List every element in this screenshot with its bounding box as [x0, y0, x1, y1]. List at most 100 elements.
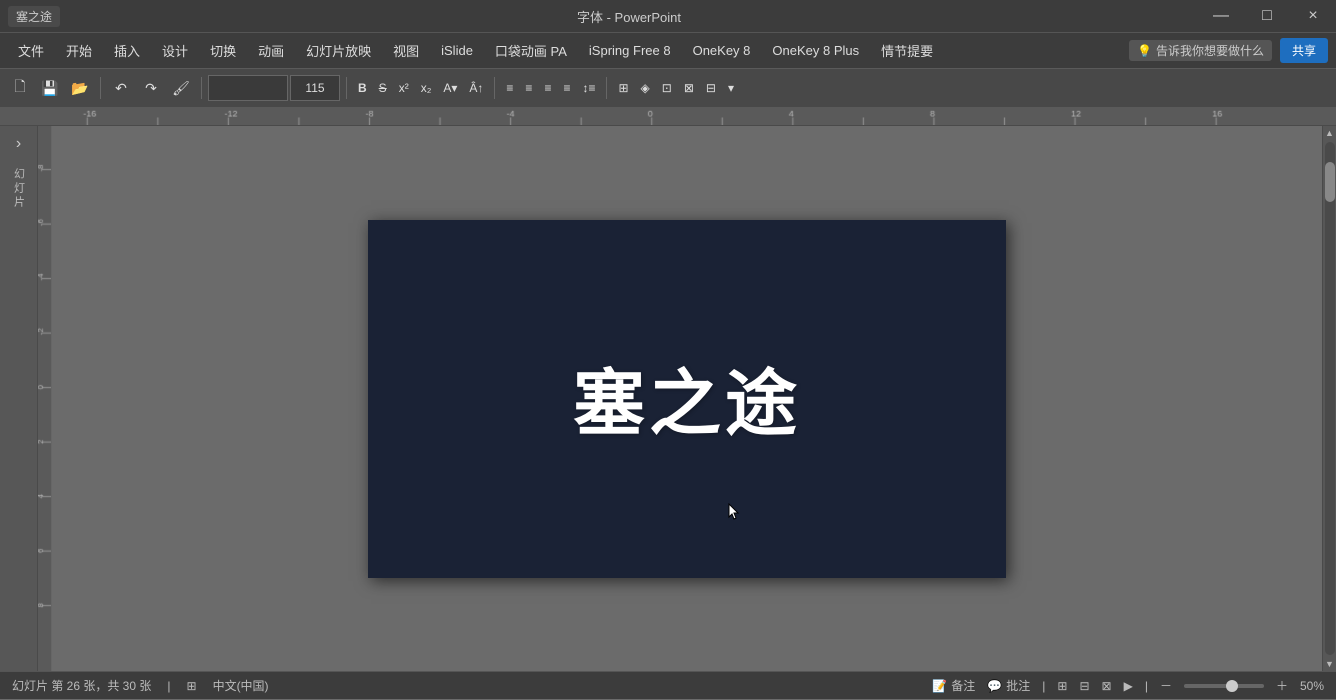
font-size-input[interactable]	[290, 75, 340, 101]
undo-button[interactable]: ↶	[107, 74, 135, 102]
menu-ispring[interactable]: iSpring Free 8	[579, 39, 681, 62]
justify-button[interactable]: ≡	[558, 75, 575, 101]
zoom-percent: 50%	[1300, 679, 1324, 693]
menu-home[interactable]: 开始	[56, 37, 102, 64]
statusbar: 幻灯片 第 26 张，共 30 张 | ⊞ 中文(中国) 📝 备注 💬 批注 |…	[0, 671, 1336, 699]
statusbar-right: 📝 备注 💬 批注 | ⊞ ⊟ ⊠ ▶ | － ＋ 50%	[932, 677, 1324, 694]
collapse-panel-button[interactable]: ›	[7, 132, 31, 156]
align-center-button[interactable]: ≡	[520, 75, 537, 101]
view-grid-button[interactable]: ⊟	[1079, 679, 1089, 693]
line-spacing-button[interactable]: ↕≡	[577, 75, 600, 101]
zoom-out-button[interactable]: －	[1160, 677, 1172, 694]
menu-pocket-animation[interactable]: 口袋动画 PA	[485, 37, 577, 64]
separator-1	[100, 77, 101, 99]
menubar-right: 💡 告诉我你想要做什么 共享	[1129, 38, 1328, 63]
titlebar-controls: — □ ×	[1198, 0, 1336, 32]
comments-label: 批注	[1006, 677, 1030, 694]
menu-slideshow[interactable]: 幻灯片放映	[296, 37, 381, 64]
titlebar-left: 塞之途	[0, 6, 60, 27]
separator-5	[606, 77, 607, 99]
slide-info: 幻灯片 第 26 张，共 30 张	[12, 677, 151, 694]
scroll-up-button[interactable]: ▲	[1323, 126, 1336, 140]
view-reading-button[interactable]: ⊠	[1102, 679, 1112, 693]
undo-redo-group: ↶ ↷ 🖌	[107, 74, 195, 102]
more-button[interactable]: ▾	[723, 75, 739, 101]
comments-icon: 💬	[987, 679, 1002, 693]
menubar: 文件 开始 插入 设计 切换 动画 幻灯片放映 视图 iSlide 口袋动画 P…	[0, 32, 1336, 68]
share-button[interactable]: 共享	[1280, 38, 1328, 63]
notes-label: 备注	[951, 677, 975, 694]
slide-canvas[interactable]: 塞之途	[368, 220, 1006, 578]
titlebar-title: 字体 - PowerPoint	[60, 7, 1198, 26]
zoom-in-button[interactable]: ＋	[1276, 677, 1288, 694]
close-button[interactable]: ×	[1290, 0, 1336, 32]
presentation-badge: 塞之途	[8, 6, 60, 27]
shape-fill-button[interactable]: ◈	[636, 75, 655, 101]
resize-button[interactable]: ⊠	[679, 75, 699, 101]
horizontal-ruler	[52, 108, 1322, 125]
menu-onekey8plus[interactable]: OneKey 8 Plus	[762, 39, 869, 62]
menu-design[interactable]: 设计	[152, 37, 198, 64]
menu-view[interactable]: 视图	[383, 37, 429, 64]
cursor-indicator	[728, 503, 738, 519]
redo-button[interactable]: ↷	[137, 74, 165, 102]
menu-onekey8[interactable]: OneKey 8	[683, 39, 761, 62]
ruler-corner	[0, 108, 38, 125]
menu-transitions[interactable]: 切换	[200, 37, 246, 64]
notes-icon: 📝	[932, 679, 947, 693]
zoom-slider-track[interactable]	[1184, 684, 1264, 688]
separator-4	[494, 77, 495, 99]
slide-title-text: 塞之途	[573, 344, 801, 449]
font-name-input[interactable]	[208, 75, 288, 101]
open-button[interactable]: 📂	[66, 74, 94, 102]
view-separator: |	[1042, 679, 1045, 693]
language-info: 中文(中国)	[213, 677, 269, 694]
view-separator-2: |	[1145, 679, 1148, 693]
font-color-button[interactable]: A▾	[438, 75, 462, 101]
separator-3	[346, 77, 347, 99]
scrollbar-right[interactable]: ▲ ▼	[1322, 126, 1336, 671]
arrange-button[interactable]: ⊡	[657, 75, 677, 101]
menu-islide[interactable]: iSlide	[431, 39, 483, 62]
bold-button[interactable]: B	[353, 75, 372, 101]
text-direction-button[interactable]: ⊞	[613, 75, 633, 101]
menu-storyboard[interactable]: 情节提要	[871, 37, 943, 64]
toolbar: 🗋 💾 📂 ↶ ↷ 🖌 B S x² x₂ A▾ Â↑ ≡ ≡ ≡ ≡ ↕≡ ⊞…	[0, 68, 1336, 108]
separator-2	[201, 77, 202, 99]
vertical-ruler	[38, 126, 52, 671]
fit-slide-button[interactable]: ⊞	[187, 679, 197, 693]
titlebar: 塞之途 字体 - PowerPoint — □ ×	[0, 0, 1336, 32]
menu-animations[interactable]: 动画	[248, 37, 294, 64]
scroll-down-button[interactable]: ▼	[1323, 657, 1336, 671]
ruler-right-pad	[1322, 108, 1336, 125]
menu-file[interactable]: 文件	[8, 37, 54, 64]
vertical-ruler-canvas	[38, 126, 52, 671]
format-painter-button[interactable]: 🖌	[167, 74, 195, 102]
superscript-button[interactable]: x₂	[416, 75, 437, 101]
align-right-button[interactable]: ≡	[539, 75, 556, 101]
comments-group[interactable]: 💬 批注	[987, 677, 1030, 694]
view-normal-button[interactable]: ⊞	[1057, 679, 1067, 693]
minimize-button[interactable]: —	[1198, 0, 1244, 32]
save-button[interactable]: 💾	[36, 74, 64, 102]
restore-button[interactable]: □	[1244, 0, 1290, 32]
scroll-thumb[interactable]	[1325, 162, 1335, 202]
slideshow-button[interactable]: ▶	[1124, 679, 1133, 693]
search-placeholder: 告诉我你想要做什么	[1156, 42, 1264, 59]
search-icon: 💡	[1137, 44, 1152, 58]
main-area: › 幻灯片 塞之途 ▲ ▼	[0, 126, 1336, 671]
align-left-button[interactable]: ≡	[501, 75, 518, 101]
slide-area[interactable]: 塞之途	[52, 126, 1322, 671]
menu-insert[interactable]: 插入	[104, 37, 150, 64]
subscript-button[interactable]: x²	[394, 75, 414, 101]
font-increase-button[interactable]: Â↑	[464, 75, 488, 101]
scroll-track[interactable]	[1325, 142, 1335, 655]
strikethrough-button[interactable]: S	[374, 75, 392, 101]
zoom-slider-thumb[interactable]	[1226, 680, 1238, 692]
search-bar[interactable]: 💡 告诉我你想要做什么	[1129, 40, 1272, 61]
new-button[interactable]: 🗋	[6, 74, 34, 102]
notes-group[interactable]: 📝 备注	[932, 677, 975, 694]
status-separator-1: |	[167, 679, 170, 693]
layout-button[interactable]: ⊟	[701, 75, 721, 101]
sidebar-label: 幻灯片	[11, 168, 27, 210]
